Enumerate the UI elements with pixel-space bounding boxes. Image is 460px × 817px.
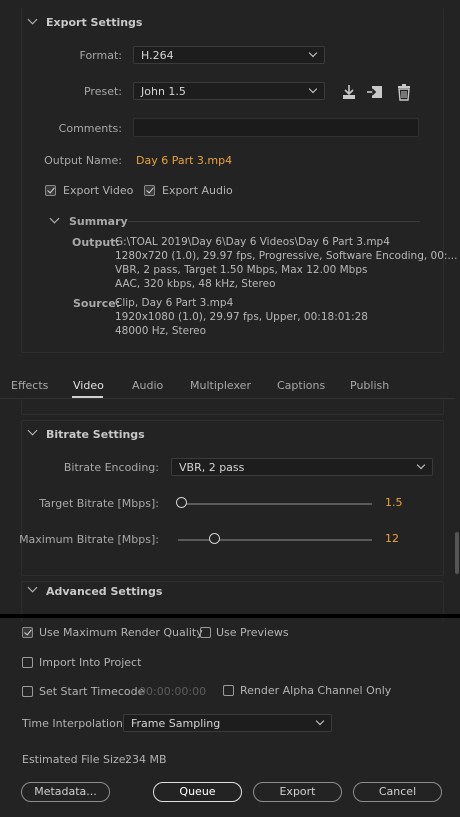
bitrate-encoding-value: VBR, 2 pass <box>179 461 245 474</box>
summary-output-label: Output: <box>72 236 120 249</box>
max-bitrate-value[interactable]: 12 <box>385 532 399 545</box>
comments-field[interactable] <box>133 118 419 137</box>
render-alpha-label: Render Alpha Channel Only <box>240 684 392 697</box>
target-bitrate-track[interactable] <box>178 503 372 505</box>
summary-divider <box>128 221 420 222</box>
comments-label: Comments: <box>58 122 122 135</box>
queue-button[interactable]: Queue <box>153 782 242 802</box>
tab-video[interactable]: Video <box>73 379 104 392</box>
format-select[interactable]: H.264 <box>133 46 325 64</box>
import-into-project-checkbox[interactable] <box>22 657 33 668</box>
format-label: Format: <box>79 49 122 62</box>
max-bitrate-slider[interactable] <box>209 533 220 544</box>
scrollbar-thumb[interactable] <box>455 532 459 574</box>
chevron-down-icon <box>416 460 426 470</box>
max-render-quality-checkbox[interactable] <box>22 627 33 638</box>
target-bitrate-slider[interactable] <box>176 497 187 508</box>
tab-audio[interactable]: Audio <box>132 379 163 392</box>
start-timecode-value[interactable]: 00:00:00:00 <box>139 685 206 698</box>
summary-title: Summary <box>69 215 128 228</box>
output-name-link[interactable]: Day 6 Part 3.mp4 <box>136 154 232 167</box>
chevron-down-icon <box>315 716 325 726</box>
export-button[interactable]: Export <box>253 782 342 802</box>
tab-multiplexer[interactable]: Multiplexer <box>190 379 251 392</box>
chevron-down-icon <box>308 84 318 94</box>
advanced-settings-title: Advanced Settings <box>46 585 163 598</box>
save-preset-icon[interactable] <box>366 83 384 101</box>
summary-source-label: Source: <box>73 297 121 310</box>
preset-label: Preset: <box>83 85 122 98</box>
use-previews-label: Use Previews <box>216 626 289 639</box>
set-start-timecode-checkbox[interactable] <box>22 686 33 697</box>
import-into-project-label: Import Into Project <box>39 656 142 669</box>
max-bitrate-label: Maximum Bitrate [Mbps]: <box>19 533 159 546</box>
output-name-label: Output Name: <box>44 154 122 167</box>
delete-preset-icon[interactable] <box>396 83 412 101</box>
metadata-button[interactable]: Metadata... <box>21 782 110 802</box>
file-size-label: Estimated File Size: <box>22 753 130 766</box>
summary-output-line: VBR, 2 pass, Target 1.50 Mbps, Max 12.00… <box>115 264 368 276</box>
tab-effects[interactable]: Effects <box>11 379 48 392</box>
tab-captions[interactable]: Captions <box>277 379 325 392</box>
bitrate-encoding-select[interactable]: VBR, 2 pass <box>171 458 433 476</box>
max-render-quality-label: Use Maximum Render Quality <box>39 626 203 639</box>
summary-source-line: 48000 Hz, Stereo <box>115 325 207 337</box>
time-interpolation-value: Frame Sampling <box>131 717 221 730</box>
time-interpolation-label: Time Interpolation: <box>22 717 127 730</box>
import-preset-icon[interactable] <box>340 83 358 101</box>
previous-section-bottom <box>21 398 444 415</box>
export-audio-checkbox[interactable] <box>144 185 155 196</box>
bitrate-encoding-label: Bitrate Encoding: <box>63 461 159 474</box>
panel-divider <box>0 614 460 618</box>
export-settings-title: Export Settings <box>46 16 143 29</box>
summary-output-line: 1280x720 (1.0), 29.97 fps, Progressive, … <box>115 250 458 262</box>
render-alpha-checkbox[interactable] <box>223 685 234 696</box>
target-bitrate-value[interactable]: 1.5 <box>385 496 403 509</box>
export-audio-label: Export Audio <box>162 184 233 197</box>
use-previews-checkbox[interactable] <box>200 627 211 638</box>
bitrate-settings-title: Bitrate Settings <box>46 428 145 441</box>
summary-output-line: G:\TOAL 2019\Day 6\Day 6 Videos\Day 6 Pa… <box>115 236 390 248</box>
cancel-button[interactable]: Cancel <box>353 782 442 802</box>
preset-value: John 1.5 <box>141 85 186 98</box>
tab-publish[interactable]: Publish <box>350 379 389 392</box>
format-value: H.264 <box>141 49 174 62</box>
export-video-checkbox[interactable] <box>45 185 56 196</box>
summary-source-line: 1920x1080 (1.0), 29.97 fps, Upper, 00:18… <box>115 311 368 323</box>
target-bitrate-label: Target Bitrate [Mbps]: <box>39 497 159 510</box>
summary-output-line: AAC, 320 kbps, 48 kHz, Stereo <box>115 278 276 290</box>
chevron-down-icon <box>308 48 318 58</box>
set-start-timecode-label: Set Start Timecode <box>39 685 145 698</box>
time-interpolation-select[interactable]: Frame Sampling <box>123 714 332 732</box>
max-bitrate-track[interactable] <box>178 539 372 541</box>
export-video-label: Export Video <box>63 184 134 197</box>
preset-select[interactable]: John 1.5 <box>133 82 325 100</box>
summary-source-line: Clip, Day 6 Part 3.mp4 <box>115 297 234 309</box>
file-size-value: 234 MB <box>125 753 167 766</box>
